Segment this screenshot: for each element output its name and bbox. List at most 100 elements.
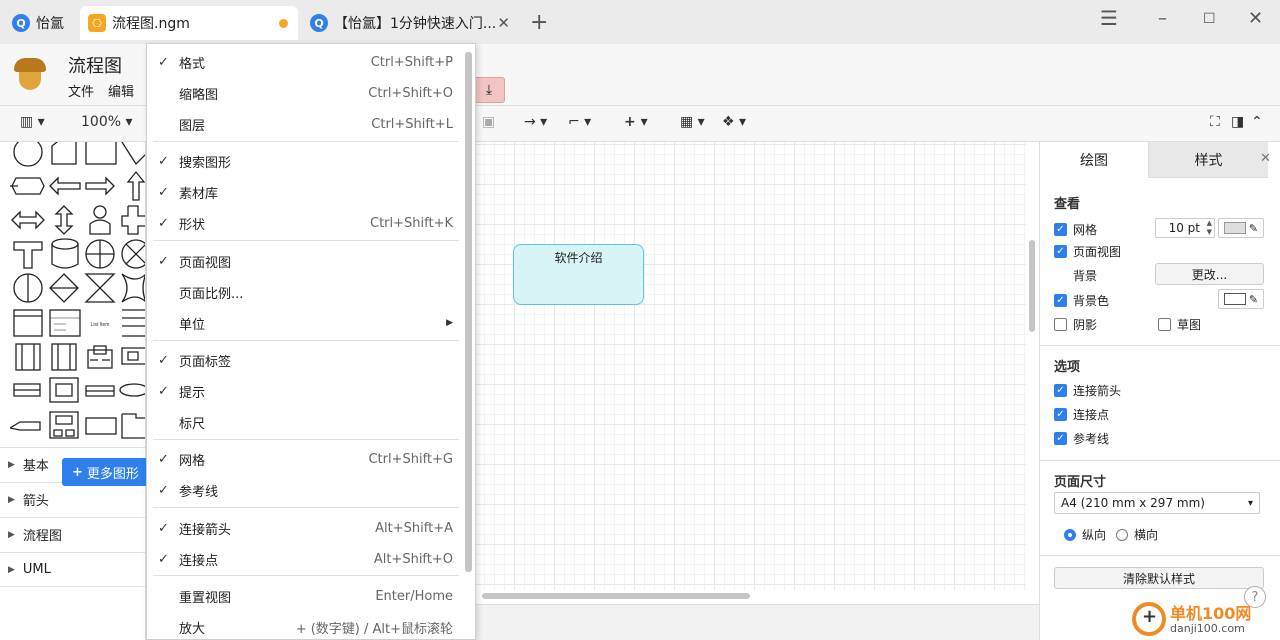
menu-item[interactable]: ✓ 格式 Ctrl+Shift+P <box>147 47 461 77</box>
menu-edit[interactable]: 编辑 <box>108 81 134 100</box>
checkbox-unchecked-icon[interactable] <box>1158 318 1171 331</box>
container-shape[interactable] <box>13 309 43 337</box>
cross-shape[interactable] <box>121 205 146 235</box>
tree-shape[interactable] <box>13 383 41 397</box>
close-tab-icon[interactable]: ✕ <box>497 14 510 32</box>
menu-item[interactable]: ✓ 提示 <box>147 376 461 406</box>
panel-layout-icon[interactable]: ▥ ▾ <box>20 114 45 130</box>
card-shape[interactable] <box>51 142 77 165</box>
grid-toggle[interactable]: ✓ 网格 <box>1054 221 1097 238</box>
clear-default-style-button[interactable]: 清除默认样式 <box>1054 567 1264 589</box>
vertical-double-arrow-shape[interactable] <box>54 205 74 235</box>
sum-shape[interactable] <box>121 239 146 269</box>
menu-item[interactable]: 单位 ▶ <box>147 308 461 338</box>
star4-shape[interactable] <box>121 273 146 303</box>
maximize-icon[interactable]: ☐ <box>1203 11 1216 27</box>
sort-shape[interactable] <box>49 273 79 303</box>
bracket-shape[interactable] <box>121 413 146 439</box>
menu-item[interactable]: 放大 + (数字键) / Alt+鼠标滚轮 <box>147 612 461 639</box>
new-tab-button[interactable]: + <box>530 10 548 35</box>
menu-item[interactable]: ✓ 页面视图 <box>147 246 461 276</box>
portrait-radio[interactable]: 纵向 <box>1064 526 1106 543</box>
menu-item[interactable]: ✓ 形状 Ctrl+Shift+K <box>147 208 461 238</box>
menu-item[interactable]: ✓ 连接箭头 Alt+Shift+A <box>147 513 461 543</box>
menu-item[interactable]: ✓ 连接点 Alt+Shift+O <box>147 544 461 574</box>
section-uml[interactable]: ▶ UML <box>0 552 145 586</box>
display-shape[interactable] <box>10 177 45 195</box>
callout-shape[interactable] <box>10 421 41 431</box>
checkbox-checked-icon[interactable]: ✓ <box>1054 384 1067 397</box>
double-arrow-shape[interactable] <box>11 210 45 230</box>
menu-item[interactable]: 缩略图 Ctrl+Shift+O <box>147 78 461 108</box>
menu-item[interactable]: 页面比例... <box>147 277 461 307</box>
checkbox-checked-icon[interactable]: ✓ <box>1054 245 1067 258</box>
menu-item[interactable]: 图层 Ctrl+Shift+L <box>147 109 461 139</box>
collate-shape[interactable] <box>84 273 116 303</box>
menu-item[interactable]: ✓ 网格 Ctrl+Shift+G <box>147 444 461 474</box>
close-panel-icon[interactable]: ✕ <box>1260 151 1271 166</box>
more-shapes-button[interactable]: + 更多图形 <box>62 458 152 486</box>
format-panel-toggle-icon[interactable]: ◨ <box>1231 114 1244 130</box>
circle-shape[interactable] <box>13 142 43 167</box>
bg-color-toggle[interactable]: ✓ 背景色 <box>1054 292 1109 309</box>
vertical-scrollbar[interactable] <box>1029 240 1035 332</box>
actor-shape[interactable] <box>93 205 107 219</box>
canvas-area[interactable]: 软件介绍 <box>476 142 1039 604</box>
menu-item[interactable]: ✓ 页面标签 <box>147 345 461 375</box>
menu-item[interactable]: ✓ 素材库 <box>147 177 461 207</box>
tab-diagram[interactable]: 绘图 <box>1040 142 1148 178</box>
horizontal-scrollbar[interactable] <box>482 593 750 599</box>
fullscreen-icon[interactable]: ⛶ <box>1210 114 1220 130</box>
org-chart-shape[interactable] <box>87 345 113 369</box>
section-flowchart[interactable]: ▶ 流程图 <box>0 517 145 551</box>
bg-color-picker[interactable]: ✎ <box>1218 289 1264 309</box>
menu-item[interactable]: 重置视图 Enter/Home <box>147 581 461 611</box>
radio-selected-icon[interactable] <box>1064 528 1076 541</box>
hamburger-menu-icon[interactable]: ☰ <box>1100 6 1118 30</box>
page-size-select[interactable]: A4 (210 mm x 297 mm) ▾ <box>1054 492 1260 514</box>
sketch-toggle[interactable]: 草图 <box>1158 316 1201 333</box>
guides-toggle[interactable]: ✓ 参考线 <box>1054 430 1109 447</box>
radio-unselected-icon[interactable] <box>1116 528 1128 541</box>
section-arrows[interactable]: ▶ 箭头 <box>0 482 145 516</box>
ellipse-label-shape[interactable] <box>119 383 146 397</box>
process-shape[interactable] <box>121 347 146 365</box>
hierarchy-shape[interactable] <box>49 411 79 439</box>
module-shape[interactable] <box>49 377 79 403</box>
checkbox-unchecked-icon[interactable] <box>1054 318 1067 331</box>
list-lines-shape[interactable] <box>122 309 146 337</box>
list-shape[interactable] <box>49 309 81 337</box>
document-title[interactable]: 流程图 <box>68 52 122 78</box>
checkbox-checked-icon[interactable]: ✓ <box>1054 223 1067 236</box>
checkbox-checked-icon[interactable]: ✓ <box>1054 432 1067 445</box>
partial-shape[interactable] <box>121 142 146 166</box>
label-box-shape[interactable] <box>85 417 117 435</box>
vertical-pool-shape[interactable] <box>15 343 41 371</box>
t-shape[interactable] <box>13 241 43 269</box>
stepper-icon[interactable]: ▲ ▼ <box>1207 219 1212 237</box>
shadow-icon[interactable]: ▣ <box>482 114 495 130</box>
tab-flowchart[interactable]: ⎔ 流程图.ngm <box>80 6 298 40</box>
shadow-toggle[interactable]: 阴影 <box>1054 316 1097 333</box>
zoom-select[interactable]: 100% ▾ <box>81 114 133 130</box>
menu-item[interactable]: 标尺 <box>147 407 461 437</box>
collapse-icon[interactable]: ⌃ <box>1251 114 1263 130</box>
up-arrow-shape[interactable] <box>126 170 145 201</box>
connector-arrow-icon[interactable]: → ▾ <box>524 114 547 130</box>
change-background-button[interactable]: 更改... <box>1155 263 1264 285</box>
checkbox-checked-icon[interactable]: ✓ <box>1054 294 1067 307</box>
waypoint-icon[interactable]: ⌐ ▾ <box>568 114 591 130</box>
menu-item[interactable]: ✓ 搜索图形 <box>147 146 461 176</box>
tab-tutorial[interactable]: Q 【怡氲】1分钟快速入门... ✕ <box>302 6 518 40</box>
vertical-pool2-shape[interactable] <box>51 343 77 371</box>
grid-size-input[interactable]: 10 pt ▲ ▼ <box>1155 218 1215 238</box>
menu-file[interactable]: 文件 <box>68 81 94 100</box>
flowchart-node[interactable]: 软件介绍 <box>513 244 644 305</box>
shapes-library-icon[interactable]: ❖ ▾ <box>722 114 746 130</box>
minimize-icon[interactable]: – <box>1158 8 1167 29</box>
grid-color-picker[interactable]: ✎ <box>1218 218 1264 238</box>
menu-scrollbar[interactable] <box>465 52 472 572</box>
right-arrow-shape[interactable] <box>85 176 115 196</box>
checkbox-checked-icon[interactable]: ✓ <box>1054 408 1067 421</box>
connect-arrows-toggle[interactable]: ✓ 连接箭头 <box>1054 382 1121 399</box>
